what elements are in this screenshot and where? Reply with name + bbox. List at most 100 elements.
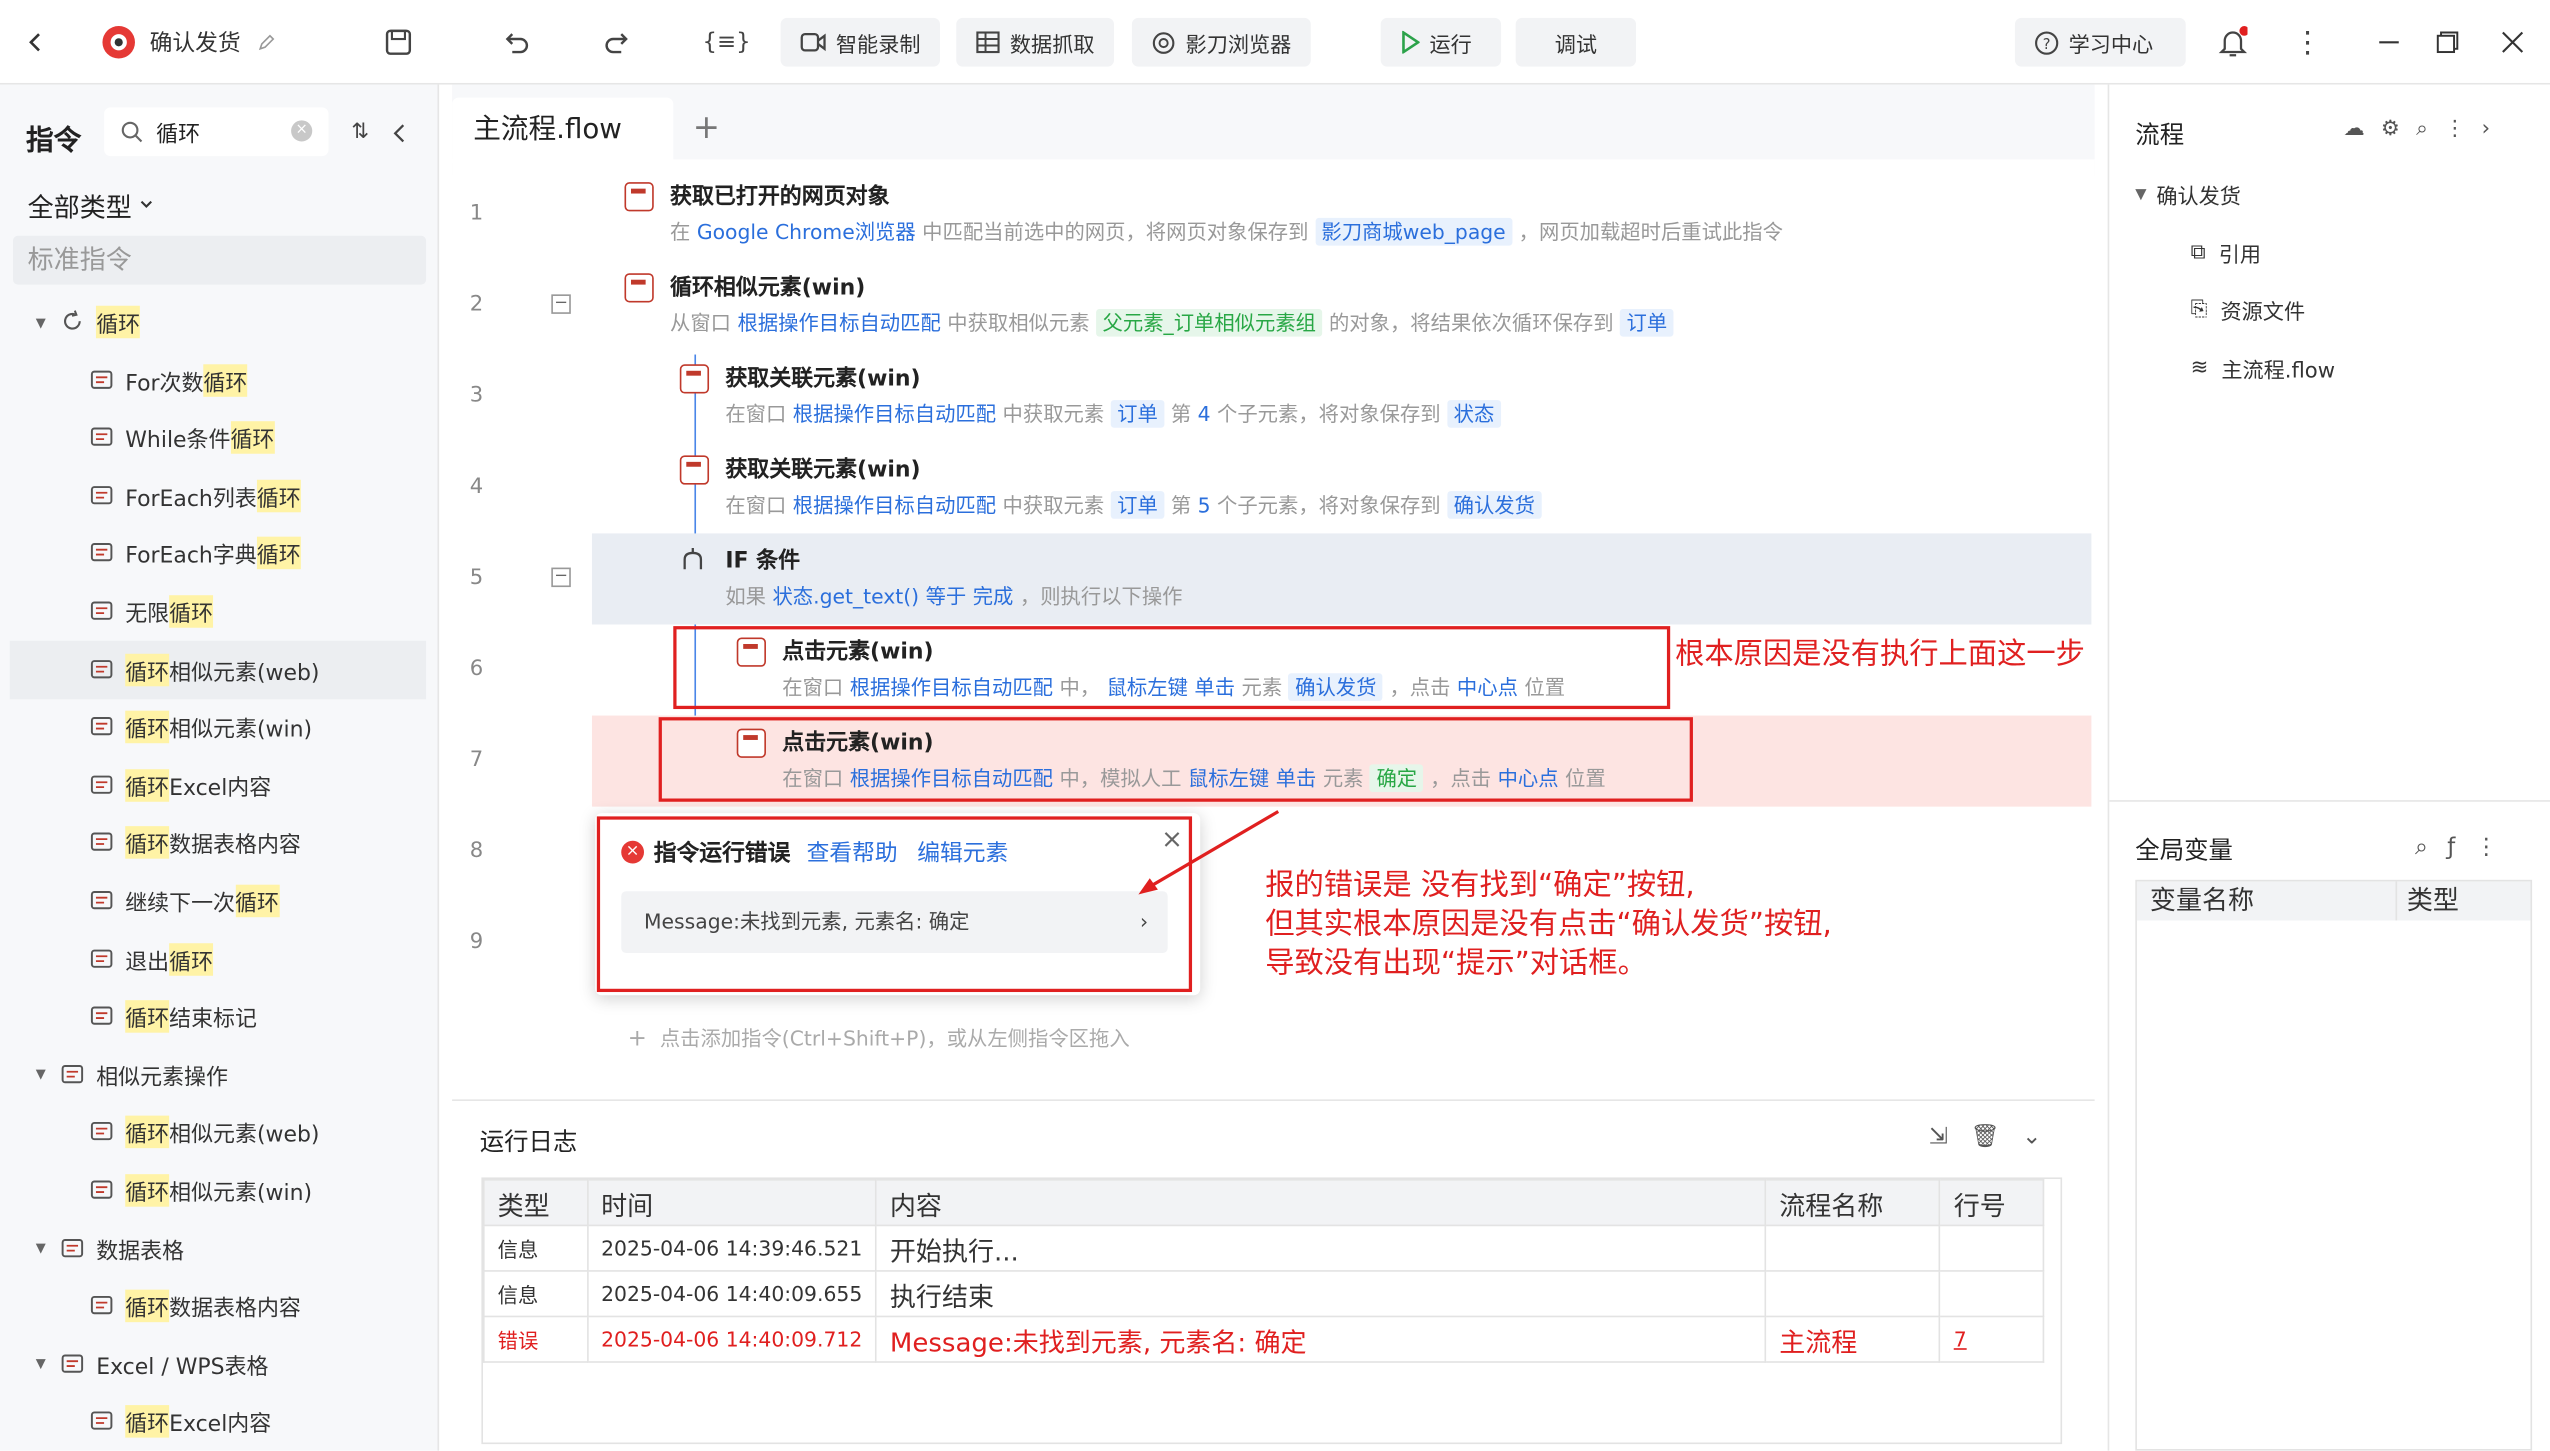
code-view-icon[interactable]: {≡}	[703, 0, 751, 85]
sort-icon[interactable]: ⇅	[351, 120, 369, 144]
add-command-hint[interactable]: + 点击添加指令(Ctrl+Shift+P)，或从左侧指令区拖入	[628, 1021, 1130, 1052]
vars-search-icon[interactable]: ⌕	[2415, 834, 2447, 860]
data-scrape-button[interactable]: 数据抓取	[956, 17, 1115, 67]
element-command-icon	[679, 364, 710, 394]
shadowbot-browser-button[interactable]: 影刀浏览器	[1131, 17, 1311, 67]
type-filter-dropdown[interactable]: 全部类型	[28, 185, 155, 224]
log-cell[interactable]: 7	[1939, 1315, 2045, 1363]
tab-main-flow[interactable]: 主流程.flow	[452, 97, 674, 163]
collapse-log-icon[interactable]: ⌄	[2022, 1124, 2064, 1150]
notification-bell-icon[interactable]	[2218, 0, 2248, 85]
settings-sync-icon[interactable]: ⚙	[2381, 117, 2416, 141]
undo-icon[interactable]	[501, 0, 530, 85]
redo-icon[interactable]	[603, 0, 632, 85]
vars-more-icon[interactable]: ⋮	[2475, 834, 2517, 860]
edit-title-icon[interactable]	[257, 0, 277, 85]
tree-command-item[interactable]: While条件 循环	[0, 409, 439, 468]
log-col-header[interactable]: 流程名称	[1764, 1179, 1941, 1227]
annotation-root-cause: 根本原因是没有执行上面这一步	[1675, 637, 2085, 672]
back-button[interactable]	[23, 0, 49, 85]
play-icon	[1402, 30, 1420, 54]
tree-command-item[interactable]: 退出 循环	[0, 930, 439, 989]
tree-group[interactable]: ▼ Excel / WPS表格	[0, 1335, 439, 1394]
flow-search-icon[interactable]: ⌕	[2416, 117, 2444, 141]
tree-command-item[interactable]: 继续下一次 循环	[0, 872, 439, 931]
line-number: 7	[469, 748, 484, 773]
tree-command-item[interactable]: 无限 循环	[0, 582, 439, 641]
flow-root-item[interactable]: ▼ 确认发货	[2135, 179, 2241, 209]
log-row[interactable]: 信息 2025-04-06 14:40:09.655 执行结束	[483, 1270, 2045, 1318]
tree-command-item[interactable]: ForEach列表 循环	[0, 466, 439, 525]
tree-item-label: For次数	[125, 370, 204, 397]
minimize-window-icon[interactable]	[2378, 0, 2401, 85]
caret-down-icon[interactable]: ▼	[36, 315, 46, 330]
tree-item-label: 循环	[256, 537, 301, 570]
if-branch-icon	[680, 546, 709, 575]
command-icon	[89, 888, 115, 914]
tree-item-label: 循环	[169, 942, 214, 976]
tree-item-label: 相似元素(web)	[169, 659, 320, 686]
export-log-icon[interactable]: ⇲	[1929, 1124, 1971, 1150]
function-icon[interactable]: ƒ	[2447, 834, 2475, 860]
tree-command-item[interactable]: 循环 相似元素(win)	[0, 1161, 439, 1220]
more-menu-icon[interactable]: ⋮	[2293, 0, 2322, 85]
tree-command-item[interactable]: 循环 数据表格内容	[0, 1277, 439, 1336]
close-window-icon[interactable]	[2501, 0, 2524, 85]
collapse-toggle-loop[interactable]: −	[551, 294, 571, 314]
command-icon	[89, 1177, 115, 1203]
tree-command-item[interactable]: ForEach字典 循环	[0, 524, 439, 583]
expand-right-icon[interactable]: ›	[2482, 117, 2507, 141]
add-tab-icon[interactable]: +	[693, 107, 720, 146]
collapse-toggle-if[interactable]: −	[551, 567, 571, 588]
tree-group[interactable]: ▼ 循环	[0, 293, 439, 352]
datatable-icon	[60, 1235, 86, 1261]
tree-group[interactable]: ▼ 相似元素操作	[0, 1045, 439, 1104]
tree-command-item[interactable]: 循环 相似元素(win)	[0, 698, 439, 757]
tree-command-item[interactable]: For次数 循环	[0, 351, 439, 410]
tree-group[interactable]: ▼ 数据表格	[0, 1219, 439, 1278]
tree-command-item[interactable]: 循环 结束标记	[0, 987, 439, 1046]
tree-command-item[interactable]: 循环 数据表格内容	[0, 814, 439, 873]
save-icon[interactable]	[384, 0, 413, 85]
clear-search-icon[interactable]: ×	[291, 120, 313, 142]
log-col-header[interactable]: 行号	[1939, 1179, 2045, 1227]
smart-record-button[interactable]: 智能录制	[780, 17, 941, 67]
log-col-header[interactable]: 时间	[586, 1179, 877, 1227]
tree-command-item[interactable]: 循环 Excel内容	[0, 1393, 439, 1451]
collapse-panel-icon[interactable]	[390, 120, 410, 151]
clear-log-icon[interactable]: 🗑	[1971, 1124, 2023, 1150]
flow-item-resources[interactable]: ⎘ 资源文件	[2191, 294, 2306, 326]
cloud-sync-icon[interactable]: ☁	[2343, 117, 2380, 141]
help-circle-icon: ?	[2035, 30, 2059, 54]
command-row-3[interactable]: 获取关联元素(win) 在窗口 根据操作目标自动匹配 中获取元素 订单 第 4 …	[679, 364, 1501, 429]
line-number: 5	[469, 565, 484, 591]
run-button[interactable]: 运行	[1380, 17, 1502, 67]
command-row-2[interactable]: 循环相似元素(win) 从窗口 根据操作目标自动匹配 中获取相似元素 父元素_订…	[624, 273, 1674, 338]
caret-down-icon[interactable]: ▼	[36, 1067, 46, 1082]
log-cell	[1764, 1270, 1941, 1318]
command-search-box[interactable]: 循环 ×	[104, 107, 329, 157]
flow-item-reference[interactable]: ⧉ 引用	[2191, 237, 2261, 269]
command-row-5[interactable]: IF 条件 如果 状态.get_text() 等于 完成 ，则执行以下操作	[680, 546, 1183, 611]
command-row-1[interactable]: 获取已打开的网页对象 在 Google Chrome浏览器 中匹配当前选中的网页…	[624, 182, 1783, 247]
tree-command-item[interactable]: 循环 相似元素(web)	[0, 1103, 439, 1162]
log-col-header[interactable]: 内容	[875, 1179, 1767, 1227]
search-input[interactable]: 循环	[156, 115, 200, 148]
log-table: 类型 时间 内容 流程名称 行号 信息 2025-04-06 14:39:46.521 开始…	[483, 1179, 2045, 1363]
log-col-header[interactable]: 类型	[483, 1179, 589, 1227]
log-row[interactable]: 信息 2025-04-06 14:39:46.521 开始执行...	[483, 1224, 2045, 1272]
tree-command-item[interactable]: 循环 Excel内容	[0, 756, 439, 815]
line-number: 9	[469, 930, 484, 955]
log-row[interactable]: 错误 2025-04-06 14:40:09.712 Message:未找到元素, …	[483, 1315, 2045, 1363]
command-icon	[89, 541, 115, 567]
tree-command-item[interactable]: 循环 相似元素(web)	[9, 640, 427, 699]
learning-center-button[interactable]: ? 学习中心	[2014, 17, 2186, 67]
annotation-line-3: 导致没有出现“提示”对话框。	[1265, 946, 1647, 981]
flow-more-icon[interactable]: ⋮	[2444, 117, 2481, 141]
debug-button[interactable]: 调试	[1515, 17, 1637, 67]
flow-item-main-flow[interactable]: ≋ 主流程.flow	[2191, 353, 2335, 384]
caret-down-icon[interactable]: ▼	[36, 1241, 46, 1256]
restore-window-icon[interactable]	[2436, 0, 2459, 85]
command-row-4[interactable]: 获取关联元素(win) 在窗口 根据操作目标自动匹配 中获取元素 订单 第 5 …	[679, 455, 1542, 520]
caret-down-icon[interactable]: ▼	[36, 1357, 46, 1372]
